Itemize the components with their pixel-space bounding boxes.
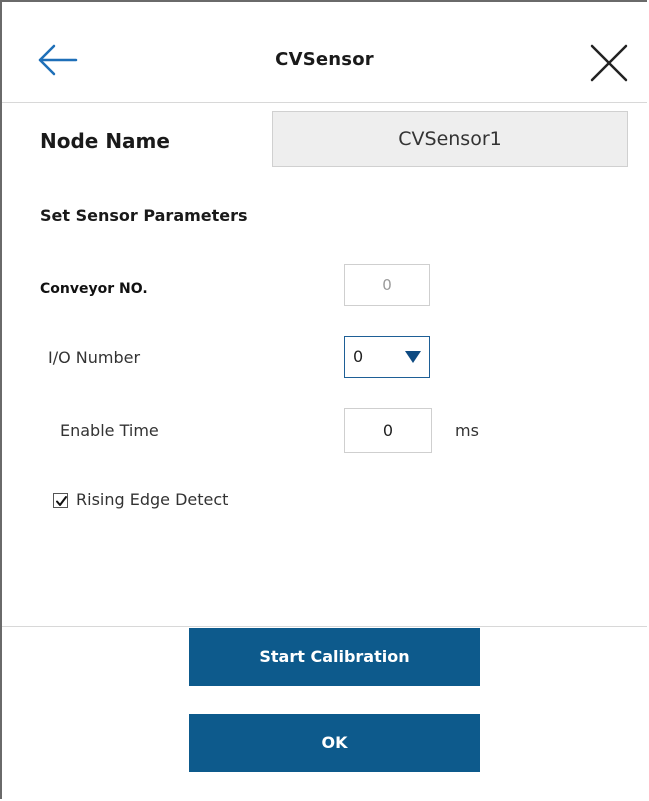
rising-edge-checkbox[interactable] — [53, 493, 68, 508]
dialog-header: CVSensor — [2, 2, 647, 103]
enable-time-label: Enable Time — [60, 421, 159, 440]
enable-time-input[interactable]: 0 — [344, 408, 432, 453]
io-number-label: I/O Number — [48, 348, 141, 367]
io-number-dropdown[interactable]: 0 — [344, 336, 430, 378]
rising-edge-label: Rising Edge Detect — [76, 490, 229, 509]
conveyor-no-label: Conveyor NO. — [40, 281, 148, 297]
dropdown-arrow-icon — [405, 351, 421, 363]
checkmark-icon — [56, 496, 67, 506]
io-number-value: 0 — [353, 347, 364, 366]
close-icon[interactable] — [588, 42, 632, 86]
ok-button[interactable]: OK — [189, 714, 480, 772]
enable-time-unit: ms — [455, 421, 479, 440]
section-title: Set Sensor Parameters — [40, 206, 248, 225]
conveyor-no-field: 0 — [344, 264, 430, 306]
node-name-label: Node Name — [40, 129, 170, 153]
start-calibration-button[interactable]: Start Calibration — [189, 628, 480, 686]
footer-divider — [2, 626, 647, 627]
node-name-field[interactable]: CVSensor1 — [272, 111, 628, 167]
dialog-title: CVSensor — [275, 49, 374, 70]
